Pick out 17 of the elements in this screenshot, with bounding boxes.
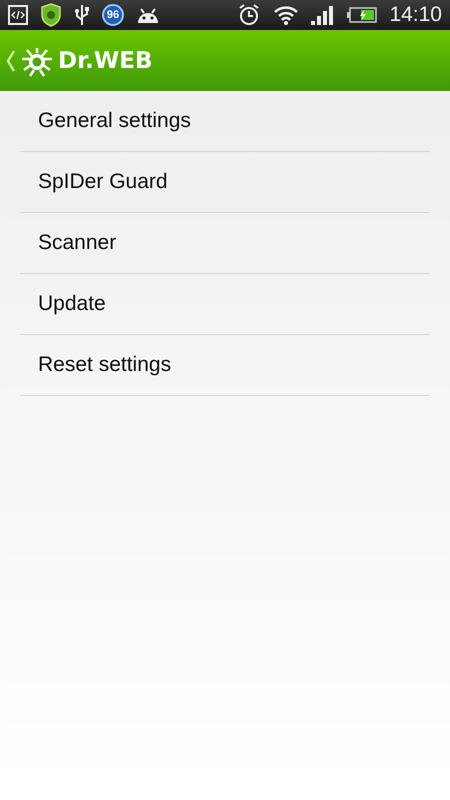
settings-item[interactable]: Update [20, 274, 430, 335]
settings-item[interactable]: Scanner [20, 213, 430, 274]
signal-icon [311, 5, 336, 25]
android-icon [136, 6, 160, 24]
usb-icon [74, 4, 90, 26]
back-caret-icon [6, 48, 16, 72]
wifi-icon [273, 4, 300, 26]
settings-item[interactable]: General settings [20, 91, 430, 152]
settings-item[interactable]: Reset settings [20, 335, 430, 396]
notification-badge: 96 [102, 4, 124, 26]
code-icon [8, 5, 28, 25]
shield-icon [40, 3, 62, 27]
settings-item[interactable]: SpIDer Guard [20, 152, 430, 213]
alarm-clock-icon [237, 3, 262, 27]
clock-time: 14:10 [389, 3, 442, 27]
app-title: Dr.WEB [58, 48, 153, 74]
battery-icon [347, 7, 378, 23]
